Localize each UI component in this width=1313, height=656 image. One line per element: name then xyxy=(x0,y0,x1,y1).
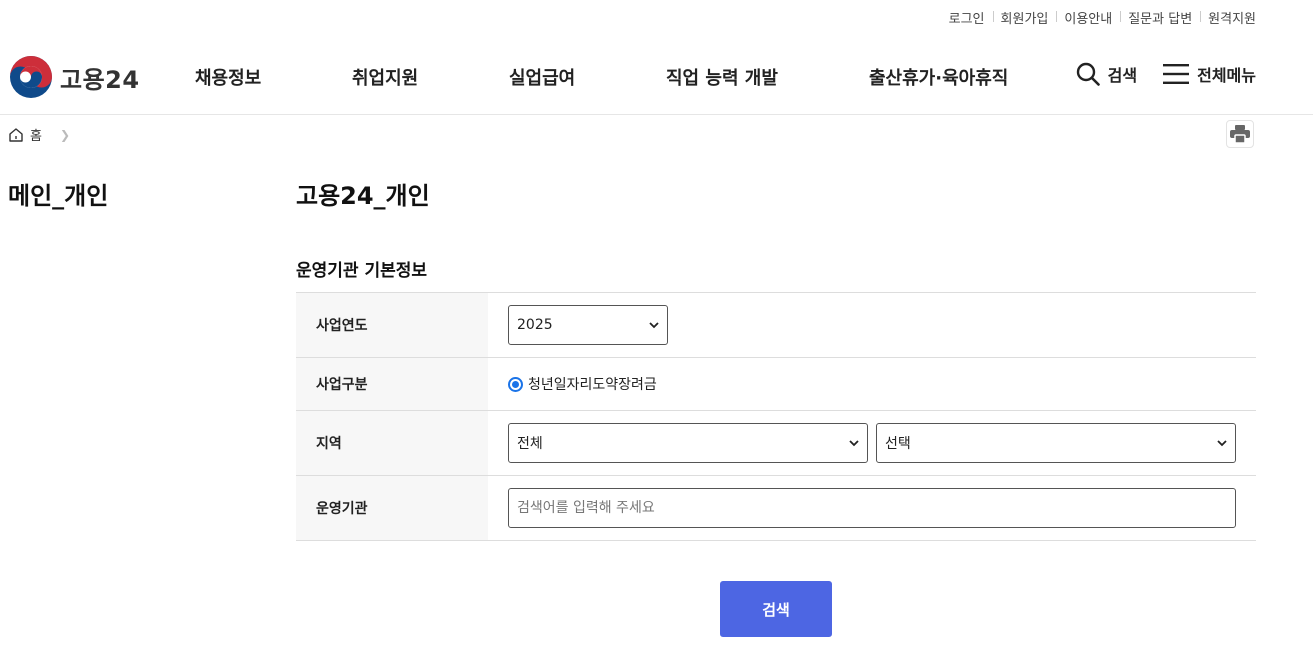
chevron-down-icon xyxy=(1217,440,1227,447)
form-row-org: 운영기관 xyxy=(296,476,1256,541)
org-label: 운영기관 xyxy=(296,476,488,540)
qna-link[interactable]: 질문과 답변 xyxy=(1120,8,1200,27)
form-row-region: 지역 전체 선택 xyxy=(296,411,1256,476)
breadcrumb: 홈 ❯ xyxy=(8,125,70,144)
nav-vocational-training[interactable]: 직업 능력 개발 xyxy=(666,64,778,90)
chevron-right-icon: ❯ xyxy=(59,127,71,142)
section-title: 운영기관 기본정보 xyxy=(296,261,428,281)
region-city-value: 선택 xyxy=(885,436,911,452)
search-form-table: 사업연도 2025 사업구분 청년일자리도약장려금 지역 전체 선택 운영기관 … xyxy=(296,292,1256,541)
region-province-value: 전체 xyxy=(517,436,543,452)
print-button[interactable] xyxy=(1226,120,1254,148)
utility-bar: 로그인 회원가입 이용안내 질문과 답변 원격지원 xyxy=(941,8,1256,27)
search-label: 검색 xyxy=(1107,66,1138,85)
nav-job-info[interactable]: 채용정보 xyxy=(195,64,261,90)
all-menu-button[interactable]: 전체메뉴 xyxy=(1163,62,1256,86)
form-row-type: 사업구분 청년일자리도약장려금 xyxy=(296,358,1256,411)
header-search-button[interactable]: 검색 xyxy=(1076,62,1137,86)
search-icon xyxy=(1076,62,1100,86)
login-link[interactable]: 로그인 xyxy=(941,8,993,27)
chevron-down-icon xyxy=(649,322,659,329)
page-title: 고용24_개인 xyxy=(296,182,430,210)
guide-link[interactable]: 이용안내 xyxy=(1056,8,1120,27)
type-radio-option[interactable]: 청년일자리도약장려금 xyxy=(508,374,657,394)
region-city-select[interactable]: 선택 xyxy=(876,423,1236,463)
all-menu-label: 전체메뉴 xyxy=(1197,66,1256,85)
printer-icon xyxy=(1230,125,1250,143)
nav-parental-leave[interactable]: 출산휴가·육아휴직 xyxy=(869,64,1008,90)
radio-checked-icon[interactable] xyxy=(508,376,523,392)
header-tools: 검색 전체메뉴 xyxy=(1076,62,1256,86)
region-province-select[interactable]: 전체 xyxy=(508,423,868,463)
region-label: 지역 xyxy=(296,411,488,475)
breadcrumb-home[interactable]: 홈 xyxy=(30,125,42,144)
hamburger-menu-icon xyxy=(1163,64,1190,84)
side-menu-title: 메인_개인 xyxy=(8,182,109,210)
type-label: 사업구분 xyxy=(296,358,488,410)
remote-support-link[interactable]: 원격지원 xyxy=(1200,8,1256,27)
form-row-year: 사업연도 2025 xyxy=(296,293,1256,358)
org-search-input[interactable] xyxy=(508,488,1236,528)
signup-link[interactable]: 회원가입 xyxy=(992,8,1057,27)
search-submit-button[interactable]: 검색 xyxy=(720,581,832,637)
year-label: 사업연도 xyxy=(296,293,488,357)
chevron-down-icon xyxy=(849,440,859,447)
type-radio-label: 청년일자리도약장려금 xyxy=(528,377,657,393)
site-header: 고용24 채용정보 취업지원 실업급여 직업 능력 개발 출산휴가·육아휴직 검… xyxy=(0,48,1313,115)
nav-unemployment-benefit[interactable]: 실업급여 xyxy=(509,64,575,90)
nav-employment-support[interactable]: 취업지원 xyxy=(352,64,418,90)
year-select-value: 2025 xyxy=(517,317,553,333)
home-icon[interactable] xyxy=(8,127,24,143)
year-select[interactable]: 2025 xyxy=(508,305,668,345)
